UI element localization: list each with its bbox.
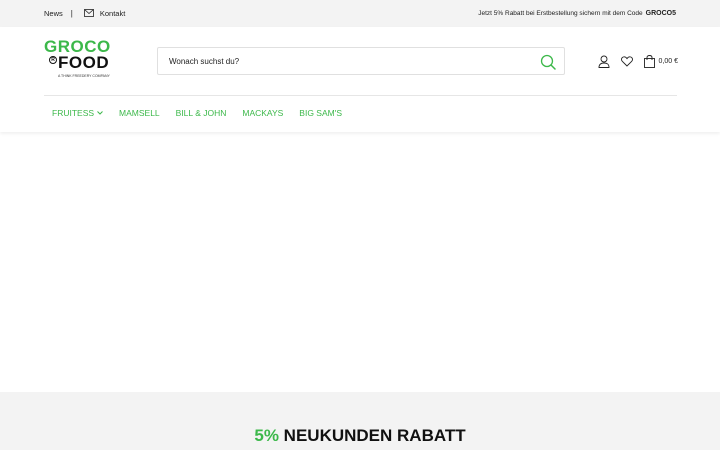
heart-icon: [620, 55, 633, 67]
site-header: GROCO R FOOD A THINK FREEDERY COMPANY Wo…: [0, 27, 720, 132]
account-button[interactable]: [598, 55, 610, 68]
header-divider: [44, 95, 677, 96]
top-bar: News | Kontakt Jetzt 5% Rabatt bei Erstb…: [0, 0, 720, 27]
nav-item-mamsell[interactable]: MAMSELL: [119, 108, 160, 118]
top-bar-separator: |: [70, 9, 73, 18]
header-actions: 0,00 €: [598, 54, 678, 68]
nav-item-big-sams[interactable]: BIG SAM'S: [299, 108, 342, 118]
cart-button[interactable]: 0,00 €: [643, 54, 678, 68]
user-icon: [598, 55, 609, 68]
mail-icon: [83, 9, 94, 17]
contact-label: Kontakt: [99, 9, 126, 18]
cart-total: 0,00 €: [658, 57, 678, 65]
promo-heading-text: NEUKUNDEN RABATT: [283, 426, 466, 445]
search-box: [157, 47, 565, 75]
nav-item-bill-john[interactable]: BILL & JOHN: [176, 108, 227, 118]
promo-percent: 5%: [254, 426, 279, 445]
nav-item-mackays[interactable]: MACKAYS: [242, 108, 283, 118]
logo-line2: FOOD: [58, 53, 110, 72]
nav-item-label: MACKAYS: [242, 108, 284, 118]
nav-item-label: BIG SAM'S: [299, 108, 343, 118]
logo-tagline: A THINK FREEDERY COMPANY: [58, 74, 110, 78]
nav-item-label: BILL & JOHN: [175, 108, 227, 118]
news-link[interactable]: News: [44, 9, 63, 18]
registered-mark: R: [49, 56, 57, 64]
promo-heading: 5% NEUKUNDEN RABATT: [0, 426, 720, 446]
cart-icon: [643, 54, 655, 68]
top-bar-links: News | Kontakt: [44, 0, 125, 27]
search-input[interactable]: [169, 48, 529, 74]
chevron-down-icon: [97, 111, 103, 115]
promo-code: GROCO5: [645, 10, 676, 17]
nav-item-fruitess[interactable]: FRUITESS: [52, 108, 103, 118]
nav-item-label: MAMSELL: [119, 108, 160, 118]
top-bar-promo: Jetzt 5% Rabatt bei Erstbestellung siche…: [478, 0, 676, 27]
nav-item-label: FRUITESS: [52, 108, 95, 118]
promo-text: Jetzt 5% Rabatt bei Erstbestellung siche…: [478, 10, 643, 17]
groco-food-logo[interactable]: GROCO R FOOD A THINK FREEDERY COMPANY: [44, 38, 116, 78]
main-navigation: FRUITESS MAMSELL BILL & JOHN MACKAYS BIG…: [52, 106, 358, 120]
wishlist-button[interactable]: [620, 55, 633, 67]
search-icon[interactable]: [540, 54, 556, 70]
contact-link[interactable]: Kontakt: [83, 9, 126, 18]
